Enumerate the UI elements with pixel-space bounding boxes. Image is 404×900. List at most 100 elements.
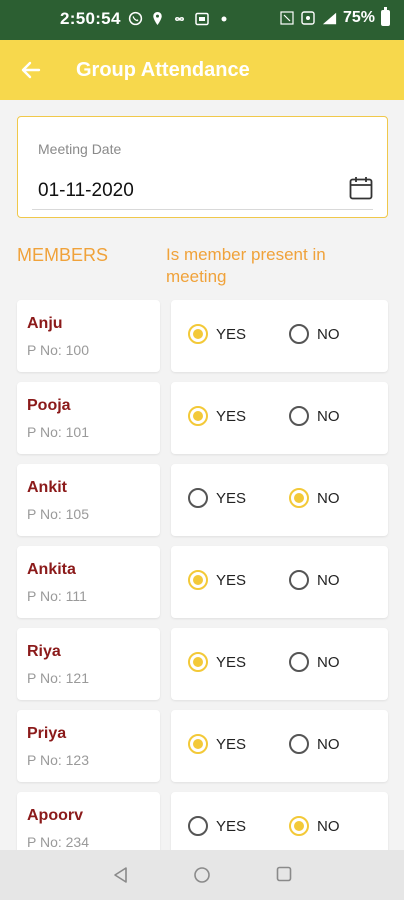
member-pno: P No: 234	[27, 834, 90, 850]
hotspot-icon	[301, 11, 316, 26]
yes-option[interactable]: YES	[188, 652, 246, 672]
yes-option[interactable]: YES	[188, 570, 246, 590]
yes-option[interactable]: YES	[188, 734, 246, 754]
member-pno: P No: 101	[27, 424, 90, 440]
member-row: Anju P No: 100 YES NO	[17, 300, 388, 372]
system-nav-bar	[0, 850, 404, 900]
calendar-icon[interactable]	[348, 175, 374, 201]
presence-header: Is member present in meeting	[166, 245, 326, 286]
calendar-badge-icon	[194, 11, 209, 26]
yes-label: YES	[216, 489, 247, 507]
presence-choice: YES NO	[171, 710, 388, 782]
yes-option[interactable]: YES	[188, 816, 246, 836]
presence-choice: YES NO	[171, 300, 388, 372]
presence-choice: YES NO	[171, 382, 388, 454]
nav-back-icon[interactable]	[112, 866, 130, 884]
member-pno: P No: 121	[27, 670, 90, 686]
no-label: NO	[317, 325, 340, 343]
signal-icon	[322, 11, 337, 26]
yes-radio[interactable]	[188, 406, 208, 426]
presence-choice: YES NO	[171, 628, 388, 700]
app-bar: Group Attendance	[0, 40, 404, 100]
meeting-date-label: Meeting Date	[38, 141, 122, 157]
yes-label: YES	[216, 817, 247, 835]
nav-home-icon[interactable]	[193, 866, 211, 884]
member-name: Apoorv	[27, 807, 83, 824]
date-underline	[32, 209, 373, 210]
yes-option[interactable]: YES	[188, 406, 246, 426]
infinity-icon	[172, 11, 187, 26]
member-card: Riya P No: 121	[17, 628, 160, 700]
member-name: Ankit	[27, 479, 67, 496]
no-radio[interactable]	[289, 406, 309, 426]
member-row: Ankita P No: 111 YES NO	[17, 546, 388, 618]
meeting-date-value[interactable]: 01-11-2020	[38, 180, 134, 202]
member-name: Ankita	[27, 561, 76, 578]
member-card: Ankit P No: 105	[17, 464, 160, 536]
no-option[interactable]: NO	[289, 570, 340, 590]
status-icons	[128, 11, 231, 26]
presence-choice: YES NO	[171, 546, 388, 618]
back-arrow-icon[interactable]	[18, 57, 44, 83]
yes-option[interactable]: YES	[188, 324, 246, 344]
no-option[interactable]: NO	[289, 406, 340, 426]
yes-radio[interactable]	[188, 816, 208, 836]
no-label: NO	[317, 489, 340, 507]
no-radio[interactable]	[289, 816, 309, 836]
no-radio[interactable]	[289, 488, 309, 508]
yes-radio[interactable]	[188, 652, 208, 672]
yes-radio[interactable]	[188, 488, 208, 508]
location-icon	[150, 11, 165, 26]
yes-option[interactable]: YES	[188, 488, 246, 508]
no-label: NO	[317, 407, 340, 425]
no-option[interactable]: NO	[289, 324, 340, 344]
no-option[interactable]: NO	[289, 734, 340, 754]
yes-label: YES	[216, 571, 247, 589]
battery-icon	[381, 7, 390, 26]
member-name: Priya	[27, 725, 67, 742]
no-option[interactable]: NO	[289, 488, 340, 508]
no-radio[interactable]	[289, 652, 309, 672]
member-card: Pooja P No: 101	[17, 382, 160, 454]
yes-label: YES	[216, 735, 247, 753]
member-pno: P No: 111	[27, 588, 87, 604]
data-icon	[280, 11, 295, 26]
no-option[interactable]: NO	[289, 816, 340, 836]
no-label: NO	[317, 735, 340, 753]
status-right: 75%	[280, 7, 390, 27]
no-label: NO	[317, 817, 340, 835]
status-bar: 2:50:54 75%	[0, 0, 404, 40]
member-card: Ankita P No: 111	[17, 546, 160, 618]
yes-radio[interactable]	[188, 570, 208, 590]
dot-icon	[216, 11, 231, 26]
nav-recent-icon[interactable]	[276, 866, 292, 882]
member-name: Riya	[27, 643, 61, 660]
battery-percent: 75%	[342, 9, 375, 26]
no-radio[interactable]	[289, 570, 309, 590]
member-row: Ankit P No: 105 YES NO	[17, 464, 388, 536]
member-card: Anju P No: 100	[17, 300, 160, 372]
member-pno: P No: 100	[27, 342, 90, 358]
no-option[interactable]: NO	[289, 652, 340, 672]
no-label: NO	[317, 571, 340, 589]
presence-choice: YES NO	[171, 464, 388, 536]
no-label: NO	[317, 653, 340, 671]
member-row: Priya P No: 123 YES NO	[17, 710, 388, 782]
no-radio[interactable]	[289, 324, 309, 344]
yes-radio[interactable]	[188, 324, 208, 344]
member-pno: P No: 123	[27, 752, 90, 768]
yes-label: YES	[216, 653, 247, 671]
member-pno: P No: 105	[27, 506, 90, 522]
status-time: 2:50:54	[60, 9, 121, 28]
yes-label: YES	[216, 325, 247, 343]
whatsapp-icon	[128, 11, 143, 26]
yes-radio[interactable]	[188, 734, 208, 754]
member-card: Priya P No: 123	[17, 710, 160, 782]
members-header: MEMBERS	[17, 245, 109, 265]
member-name: Anju	[27, 315, 63, 332]
member-name: Pooja	[27, 397, 71, 414]
page-title: Group Attendance	[76, 59, 250, 81]
member-row: Riya P No: 121 YES NO	[17, 628, 388, 700]
no-radio[interactable]	[289, 734, 309, 754]
meeting-date-field[interactable]: Meeting Date 01-11-2020	[17, 116, 388, 218]
